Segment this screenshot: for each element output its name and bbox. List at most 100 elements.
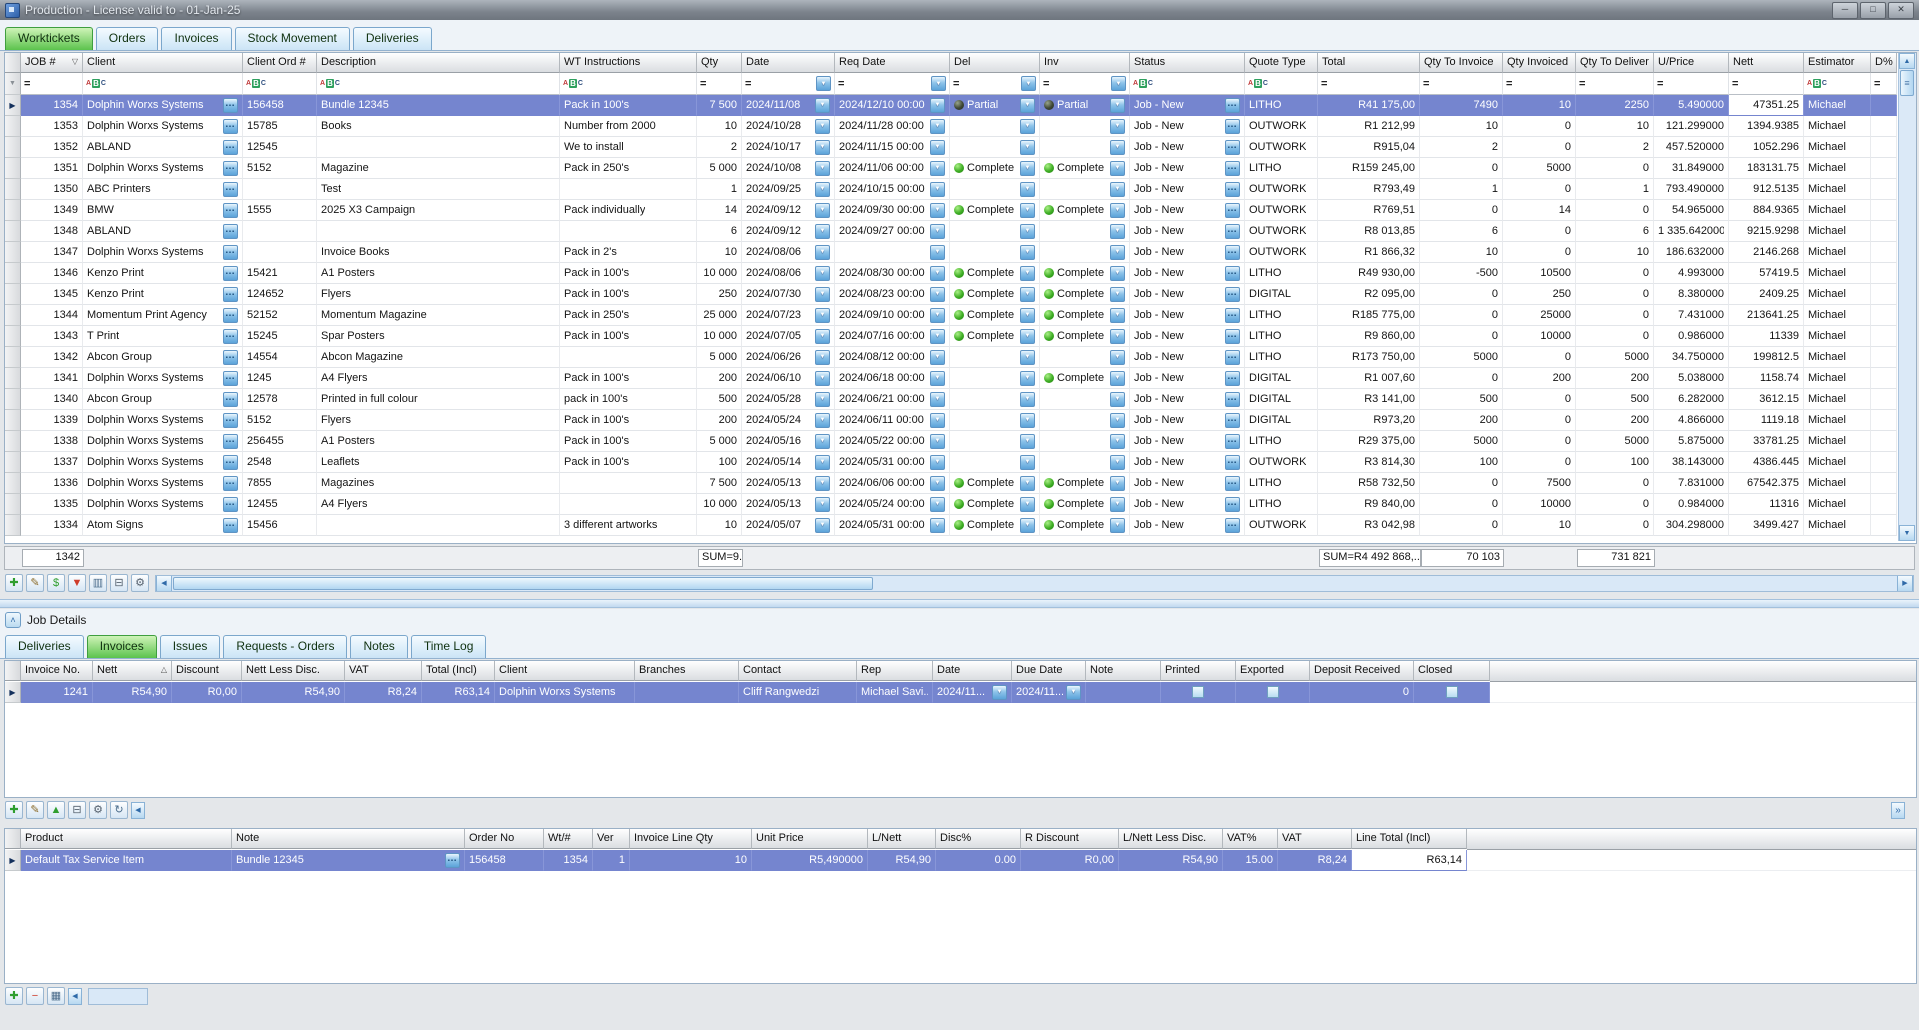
dropdown-button[interactable]: ▼ [930,413,945,428]
row-indicator[interactable] [5,389,21,410]
dropdown-button[interactable]: ▼ [815,371,830,386]
dropdown-button[interactable]: ▼ [815,98,830,113]
dropdown-button[interactable]: ▼ [1066,685,1081,700]
dropdown-button[interactable]: ▼ [1110,287,1125,302]
dropdown-button[interactable]: ▼ [1020,98,1035,113]
scrollbar-thumb[interactable] [173,577,873,590]
ellipsis-button[interactable]: … [1225,371,1240,386]
column-header-product[interactable]: Product [21,829,232,849]
dropdown-button[interactable]: ▼ [1020,434,1035,449]
column-header-branches[interactable]: Branches [635,661,739,681]
edit-button[interactable]: ▦ [47,987,65,1005]
column-header-l-nett[interactable]: L/Nett [868,829,936,849]
maximize-button[interactable]: □ [1860,2,1886,19]
scroll-down-icon[interactable]: ▼ [1899,525,1915,541]
row-indicator[interactable] [5,347,21,368]
dropdown-button[interactable]: ▼ [815,161,830,176]
dropdown-button[interactable]: ▼ [1020,476,1035,491]
row-indicator[interactable]: ▶ [5,682,21,703]
column-header-printed[interactable]: Printed [1161,661,1236,681]
dropdown-button[interactable]: ▼ [1110,161,1125,176]
ellipsis-button[interactable]: … [1225,308,1240,323]
settings-button[interactable]: ⚙ [89,801,107,819]
dropdown-button[interactable]: ▼ [1110,308,1125,323]
column-header-exported[interactable]: Exported [1236,661,1310,681]
dropdown-button[interactable]: ▼ [1020,203,1035,218]
dropdown-button[interactable]: ▼ [1110,245,1125,260]
column-header-client[interactable]: Client [495,661,635,681]
dropdown-button[interactable]: ▼ [1110,224,1125,239]
dropdown-button[interactable]: ▼ [1110,119,1125,134]
column-header-closed[interactable]: Closed [1414,661,1490,681]
dropdown-button[interactable]: ▼ [930,371,945,386]
row-indicator[interactable] [5,179,21,200]
horizontal-scrollbar[interactable]: ◀▶ [155,575,1914,592]
ellipsis-button[interactable]: … [1225,434,1240,449]
dropdown-button[interactable]: ▼ [1020,371,1035,386]
dropdown-button[interactable]: ▼ [930,455,945,470]
table-row[interactable]: 1338Dolphin Worxs Systems…256455A1 Poste… [5,431,1916,452]
ellipsis-button[interactable]: … [223,161,238,176]
ellipsis-button[interactable]: … [223,413,238,428]
row-indicator[interactable] [5,221,21,242]
dropdown-button[interactable]: ▼ [1020,392,1035,407]
dropdown-button[interactable]: ▼ [930,245,945,260]
collapse-panel-button[interactable]: ˄ [5,612,21,628]
detail-tab-time-log[interactable]: Time Log [411,635,487,658]
dropdown-button[interactable]: ▼ [992,685,1007,700]
column-header-date[interactable]: Date [742,53,835,73]
dropdown-button[interactable]: ▼ [815,518,830,533]
row-indicator[interactable] [5,326,21,347]
refresh-button[interactable]: ↻ [110,801,128,819]
column-header-l-nett-less-disc[interactable]: L/Nett Less Disc. [1119,829,1223,849]
column-header-date[interactable]: Date [933,661,1012,681]
ellipsis-button[interactable]: … [1225,392,1240,407]
column-header-qty[interactable]: Qty [697,53,742,73]
ellipsis-button[interactable]: … [223,434,238,449]
table-row[interactable]: 1336Dolphin Worxs Systems…7855Magazines7… [5,473,1916,494]
ellipsis-button[interactable]: … [1225,266,1240,281]
filter-cell-d[interactable]: = [1871,73,1897,95]
row-indicator[interactable] [5,284,21,305]
detail-tab-notes[interactable]: Notes [350,635,407,658]
ellipsis-button[interactable]: … [1225,182,1240,197]
column-header-job[interactable]: JOB #▽ [21,53,83,73]
dropdown-button[interactable]: ▼ [1020,224,1035,239]
table-row[interactable]: 1339Dolphin Worxs Systems…5152FlyersPack… [5,410,1916,431]
table-row[interactable]: 1340Abcon Group…12578Printed in full col… [5,389,1916,410]
toolbar-overflow-button[interactable]: » [1891,802,1905,819]
dropdown-button[interactable]: ▼ [930,287,945,302]
filter-cell-qty[interactable]: = [697,73,742,95]
column-header-contact[interactable]: Contact [739,661,857,681]
dropdown-button[interactable]: ▼ [815,224,830,239]
ellipsis-button[interactable]: … [1225,497,1240,512]
filter-cell-qty-to-invoice[interactable]: = [1420,73,1503,95]
ellipsis-button[interactable]: … [1225,224,1240,239]
filter-cell-wt-instructions[interactable]: ABC [560,73,697,95]
table-row[interactable]: 1353Dolphin Worxs Systems…15785BooksNumb… [5,116,1916,137]
table-row[interactable]: ▶1241R54,90R0,00R54,90R8,24R63,14Dolphin… [5,682,1916,703]
row-indicator[interactable] [5,242,21,263]
filter-cell-status[interactable]: ABC [1130,73,1245,95]
dropdown-button[interactable]: ▼ [930,308,945,323]
dropdown-button[interactable]: ▼ [815,119,830,134]
dropdown-button[interactable]: ▼ [1110,476,1125,491]
row-indicator[interactable] [5,452,21,473]
filter-cell-del[interactable]: =▼ [950,73,1040,95]
row-indicator[interactable] [5,515,21,536]
dropdown-button[interactable]: ▼ [815,287,830,302]
checkbox[interactable] [1446,686,1458,698]
dropdown-button[interactable]: ▼ [815,497,830,512]
scroll-left-icon[interactable]: ◀ [131,802,145,819]
detail-tab-deliveries[interactable]: Deliveries [5,635,84,658]
dropdown-button[interactable]: ▼ [815,455,830,470]
ellipsis-button[interactable]: … [1225,119,1240,134]
column-header-note[interactable]: Note [232,829,465,849]
row-indicator[interactable] [5,305,21,326]
dropdown-button[interactable]: ▼ [1020,266,1035,281]
table-row[interactable]: 1337Dolphin Worxs Systems…2548LeafletsPa… [5,452,1916,473]
dropdown-button[interactable]: ▼ [1020,413,1035,428]
ellipsis-button[interactable]: … [445,853,460,868]
dropdown-button[interactable]: ▼ [1111,76,1126,91]
scroll-left-icon[interactable]: ◀ [68,988,82,1005]
